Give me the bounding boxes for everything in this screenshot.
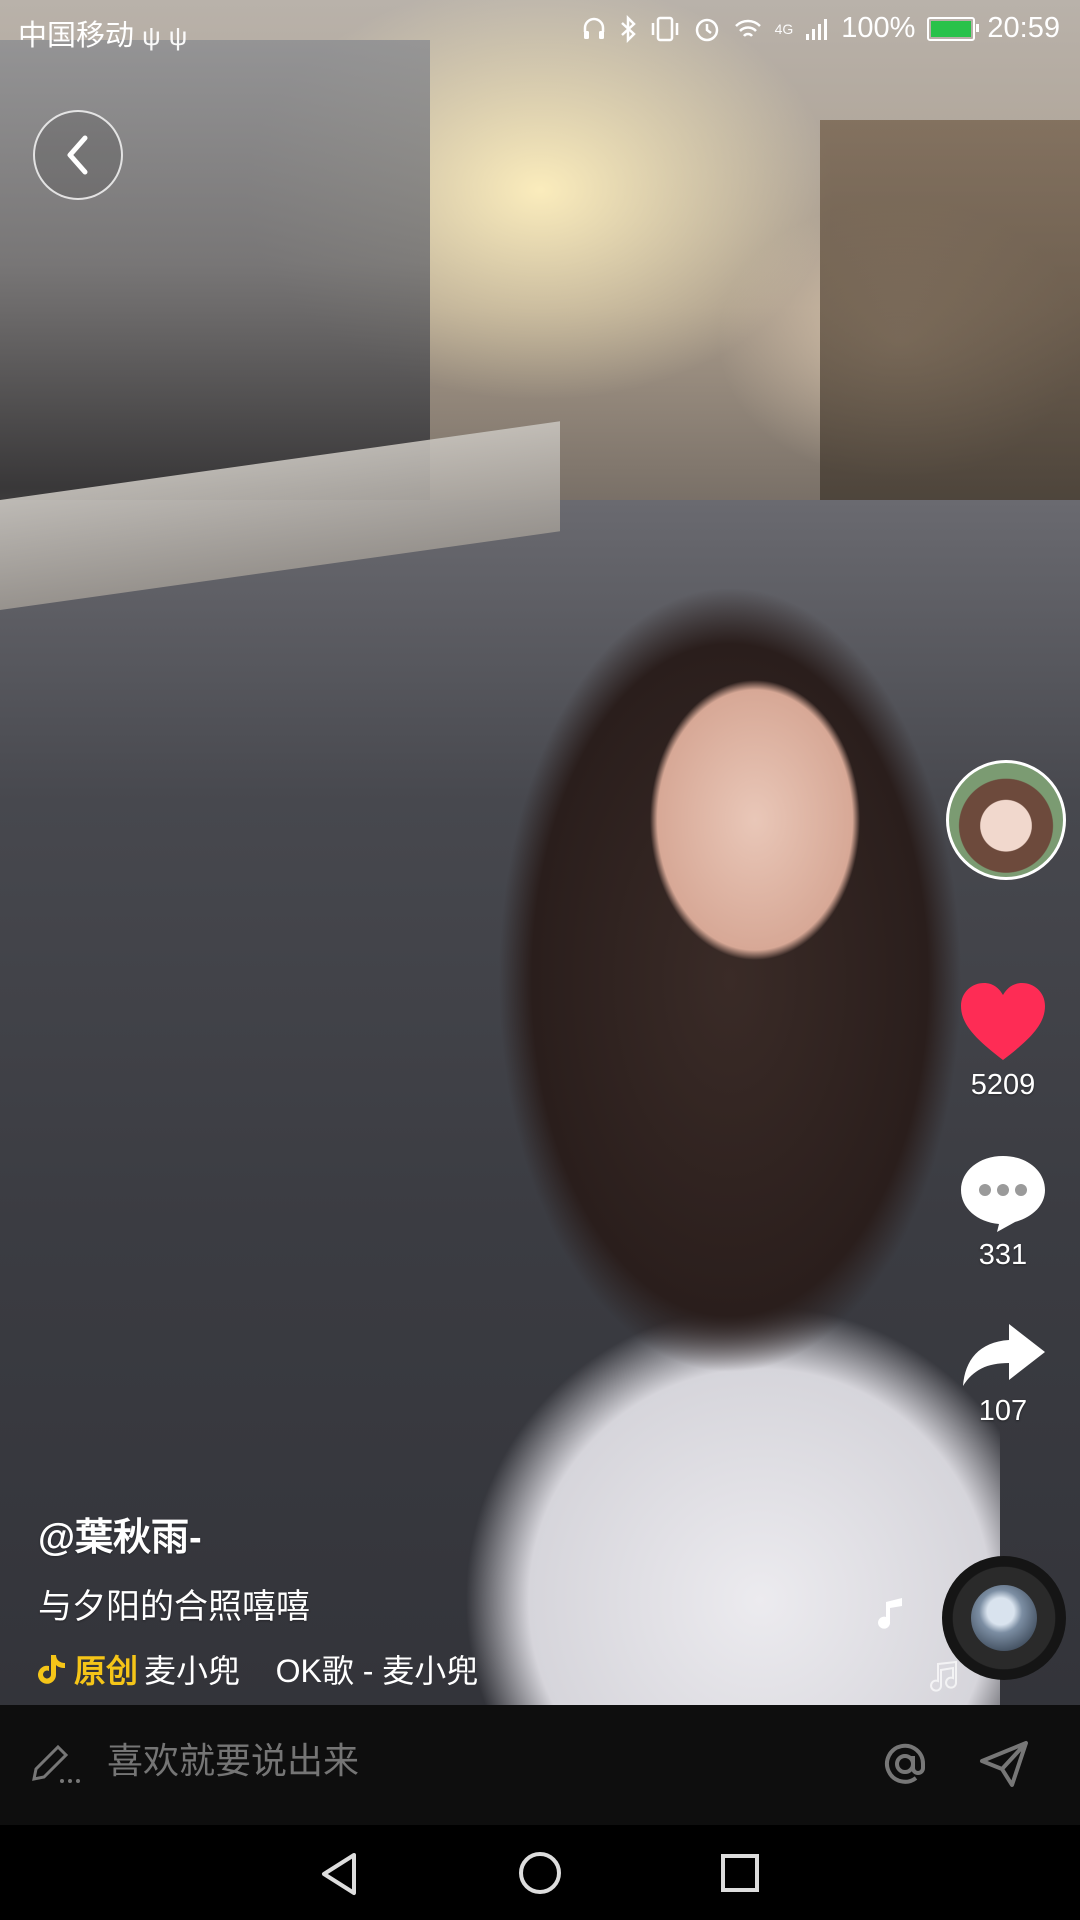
status-bar: 中国移动 ψ ψ 4G 100% 20:59 [0, 0, 1080, 60]
comment-count: 331 [978, 1239, 1028, 1271]
music-note-icon [930, 1660, 958, 1692]
share-count: 107 [978, 1395, 1028, 1427]
music-title-text: 麦小兜 OK歌 - 麦小兜 [144, 1653, 479, 1689]
nav-recents-icon[interactable] [720, 1853, 760, 1893]
video-frame[interactable] [0, 0, 1080, 1705]
battery-icon [927, 16, 980, 41]
alarm-icon [695, 18, 718, 41]
wifi-icon [734, 19, 761, 37]
carrier-name: 中国移动 ψ ψ [18, 12, 187, 54]
music-info[interactable]: 原创 麦小兜 OK歌 - 麦小兜 [38, 1646, 738, 1692]
tiktok-note-icon [38, 1655, 65, 1684]
carrier-label: 中国移动 [18, 20, 135, 52]
author-username[interactable]: @葉秋雨- [38, 1506, 738, 1561]
comment-input[interactable] [105, 1739, 809, 1783]
system-nav-bar [0, 1825, 1080, 1920]
usb-icon: ψ [168, 21, 188, 51]
comment-icon [961, 1156, 1045, 1232]
like-button[interactable]: 5209 [938, 980, 1068, 1102]
pencil-icon [32, 1744, 80, 1783]
chevron-left-icon [67, 135, 88, 175]
vibrate-icon [651, 16, 678, 41]
share-arrow-icon [963, 1324, 1045, 1386]
back-button[interactable] [33, 110, 123, 200]
battery-percent: 100% [841, 12, 916, 44]
post-description: 与夕阳的合照嘻嘻 [38, 1588, 310, 1626]
comment-bar [0, 1705, 1080, 1825]
like-count: 5209 [970, 1069, 1036, 1101]
post-caption: @葉秋雨- 与夕阳的合照嘻嘻 原创 麦小兜 OK歌 - 麦小兜 [38, 1506, 738, 1692]
bluetooth-icon [620, 14, 636, 43]
usb-icon: ψ [142, 21, 161, 51]
clock: 20:59 [987, 12, 1060, 44]
heart-icon [961, 983, 1045, 1060]
music-disc[interactable] [942, 1556, 1066, 1680]
music-title: 麦小兜 OK歌 - 麦小兜 [144, 1646, 484, 1692]
signal-icon [806, 18, 828, 40]
nav-back-icon[interactable] [318, 1851, 360, 1897]
comment-button[interactable]: 331 [938, 1150, 1068, 1272]
share-button[interactable]: 107 [938, 1320, 1068, 1428]
send-icon[interactable] [978, 1739, 1030, 1789]
music-cover [971, 1585, 1037, 1651]
at-mention-icon[interactable] [880, 1739, 930, 1789]
author-avatar[interactable] [946, 760, 1066, 880]
nav-home-icon[interactable] [518, 1851, 562, 1895]
original-label: 原创 [74, 1653, 139, 1689]
status-icons: 4G 100% 20:59 [581, 12, 1060, 45]
network-type: 4G [774, 20, 794, 37]
music-note-icon [878, 1598, 902, 1629]
headset-icon [583, 17, 604, 39]
